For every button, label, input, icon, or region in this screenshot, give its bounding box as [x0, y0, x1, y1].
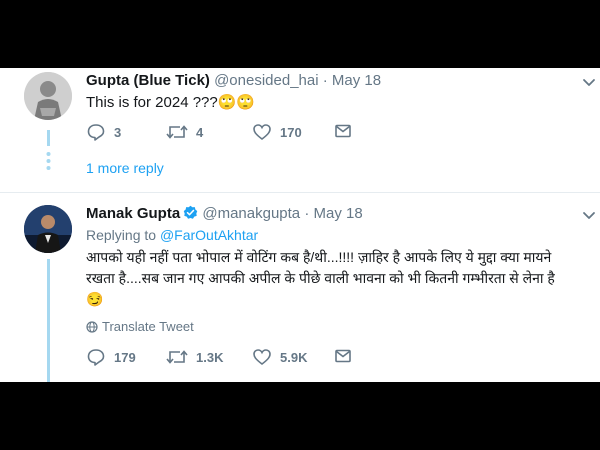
translate-tweet-link[interactable]: Translate Tweet	[86, 319, 194, 334]
replying-to-handle-link[interactable]: @FarOutAkhtar	[160, 227, 258, 243]
author-name[interactable]: Gupta (Blue Tick)	[86, 72, 210, 89]
tweet-actions: 179 1.3K 5.9K	[86, 347, 386, 367]
like-action[interactable]: 170	[252, 122, 302, 142]
thread-dots-icon	[46, 152, 51, 170]
translate-label: Translate Tweet	[102, 319, 194, 334]
retweet-action[interactable]: 1.3K	[166, 347, 223, 367]
replying-label: Replying to	[86, 227, 157, 243]
reply-icon	[87, 349, 105, 366]
retweet-icon	[166, 125, 188, 139]
more-replies-link[interactable]: 1 more reply	[86, 160, 164, 176]
author-name[interactable]: Manak Gupta	[86, 205, 180, 222]
tweet-date[interactable]: · May 18	[323, 72, 381, 89]
tweet-date[interactable]: · May 18	[304, 205, 362, 222]
verified-badge-icon	[183, 205, 198, 219]
thread-line	[47, 259, 50, 382]
reply-action[interactable]: 179	[86, 347, 136, 367]
tweet-thread-panel: Gupta (Blue Tick) @onesided_hai · May 18…	[0, 68, 600, 382]
reply-icon	[87, 124, 105, 141]
tweet-gupta-blue-tick[interactable]: Gupta (Blue Tick) @onesided_hai · May 18…	[0, 68, 600, 193]
chevron-down-icon[interactable]	[582, 76, 596, 90]
thread-line	[47, 130, 50, 146]
tweet-text: This is for 2024 ???🙄🙄	[86, 94, 256, 111]
retweet-count: 4	[196, 124, 204, 140]
reply-count: 3	[114, 124, 122, 140]
like-action[interactable]: 5.9K	[252, 347, 307, 367]
globe-icon	[86, 320, 98, 333]
author-handle[interactable]: @onesided_hai	[214, 72, 318, 89]
tweet-actions: 3 4 170	[86, 122, 386, 142]
heart-icon	[253, 124, 271, 141]
retweet-count: 1.3K	[196, 349, 224, 365]
envelope-icon	[335, 349, 351, 363]
reply-action[interactable]: 3	[86, 122, 121, 142]
tweet-text-line: आपको यही नहीं पता भोपाल में वोटिंग कब है…	[86, 249, 552, 265]
tweet-manak-gupta[interactable]: Manak Gupta @manakgupta · May 18 Replyin…	[0, 193, 600, 382]
author-row: Gupta (Blue Tick) @onesided_hai · May 18	[86, 72, 381, 89]
message-action[interactable]	[334, 347, 352, 365]
avatar[interactable]	[24, 72, 72, 120]
retweet-icon	[166, 350, 188, 364]
tweet-text: आपको यही नहीं पता भोपाल में वोटिंग कब है…	[86, 247, 596, 310]
avatar[interactable]	[24, 205, 72, 253]
author-row: Manak Gupta @manakgupta · May 18	[86, 205, 363, 222]
replying-to: Replying to @FarOutAkhtar	[86, 227, 258, 243]
envelope-icon	[335, 124, 351, 138]
message-action[interactable]	[334, 122, 352, 140]
heart-icon	[253, 349, 271, 366]
author-handle[interactable]: @manakgupta	[202, 205, 300, 222]
like-count: 5.9K	[280, 349, 308, 365]
tweet-text-line: 😏	[86, 291, 104, 307]
like-count: 170	[280, 124, 302, 140]
chevron-down-icon[interactable]	[582, 209, 596, 223]
retweet-action[interactable]: 4	[166, 122, 203, 142]
reply-count: 179	[114, 349, 136, 365]
tweet-text-line: रखता है....सब जान गए आपकी अपील के पीछे व…	[86, 270, 555, 286]
